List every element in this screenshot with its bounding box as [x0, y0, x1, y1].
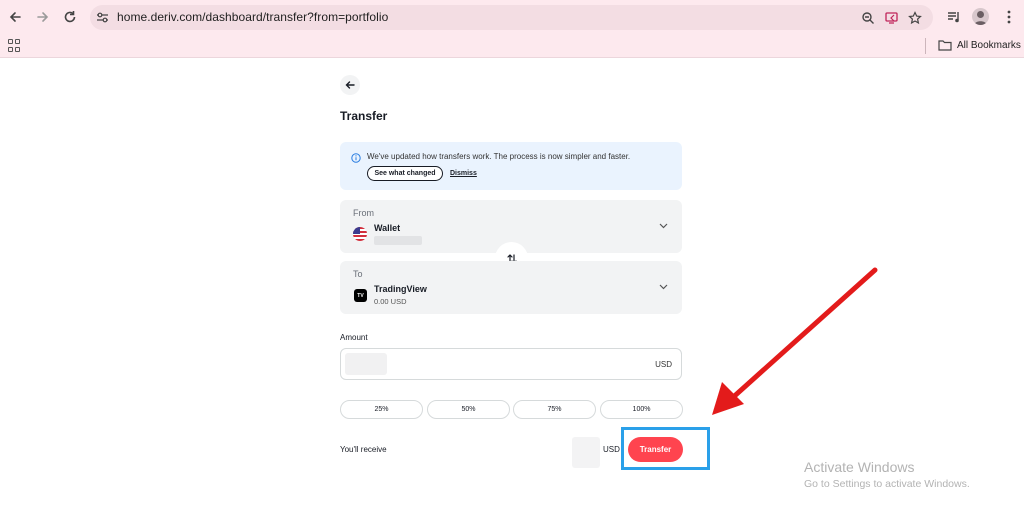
dismiss-link[interactable]: Dismiss — [450, 170, 477, 177]
bookmarks-bar: All Bookmarks — [0, 34, 1024, 58]
install-app-icon[interactable] — [885, 11, 899, 25]
from-balance-redacted — [374, 236, 422, 245]
percent-50-button[interactable]: 50% — [427, 400, 510, 419]
tradingview-logo-text: TV — [357, 292, 364, 299]
see-what-changed-button[interactable]: See what changed — [367, 166, 443, 181]
percent-75-button[interactable]: 75% — [513, 400, 596, 419]
apps-grid-icon[interactable] — [8, 39, 21, 52]
page-back-button[interactable] — [340, 75, 360, 95]
receive-currency: USD — [603, 445, 620, 454]
annotation-arrow — [712, 267, 878, 415]
url-text[interactable]: home.deriv.com/dashboard/transfer?from=p… — [117, 10, 388, 24]
amount-input[interactable]: USD — [340, 348, 682, 380]
bookmarks-divider — [925, 38, 926, 54]
media-controls-icon[interactable] — [946, 9, 962, 25]
chevron-down-icon — [659, 223, 668, 229]
from-account-name: Wallet — [374, 223, 401, 233]
us-flag-icon — [353, 227, 367, 241]
arrow-left-icon — [345, 81, 355, 89]
info-icon — [351, 153, 361, 163]
address-bar[interactable]: home.deriv.com/dashboard/transfer?from=p… — [90, 5, 933, 30]
to-account-name: TradingView — [374, 284, 427, 294]
to-label: To — [353, 269, 363, 279]
browser-toolbar: home.deriv.com/dashboard/transfer?from=p… — [0, 0, 1024, 34]
activate-windows-subtitle: Go to Settings to activate Windows. — [804, 478, 970, 490]
reload-icon[interactable] — [61, 8, 79, 26]
percent-100-button[interactable]: 100% — [600, 400, 683, 419]
receive-label: You'll receive — [340, 445, 387, 454]
amount-currency: USD — [655, 360, 672, 369]
browser-menu-icon[interactable] — [1001, 9, 1017, 25]
to-account-balance: 0.00 USD — [374, 297, 407, 306]
chevron-down-icon — [659, 284, 668, 290]
folder-icon — [938, 40, 952, 51]
banner-message: We've updated how transfers work. The pr… — [367, 152, 631, 161]
tradingview-logo: TV — [354, 289, 367, 302]
all-bookmarks-link[interactable]: All Bookmarks — [957, 40, 1021, 51]
from-label: From — [353, 208, 374, 218]
activate-windows-title: Activate Windows — [804, 459, 915, 475]
to-account-selector[interactable]: To TV TradingView 0.00 USD — [340, 261, 682, 314]
receive-value-redacted — [572, 437, 600, 468]
amount-value-redacted — [345, 353, 387, 375]
percent-25-button[interactable]: 25% — [340, 400, 423, 419]
site-info-icon[interactable] — [96, 11, 109, 24]
bookmark-star-icon[interactable] — [908, 11, 922, 25]
page-title: Transfer — [340, 109, 388, 123]
profile-avatar[interactable] — [972, 8, 989, 25]
back-nav-icon[interactable] — [6, 8, 24, 26]
zoom-icon[interactable] — [861, 11, 875, 25]
forward-nav-icon[interactable] — [34, 8, 52, 26]
annotation-highlight-box — [621, 427, 710, 470]
amount-label: Amount — [340, 333, 368, 342]
info-banner: We've updated how transfers work. The pr… — [340, 142, 682, 190]
